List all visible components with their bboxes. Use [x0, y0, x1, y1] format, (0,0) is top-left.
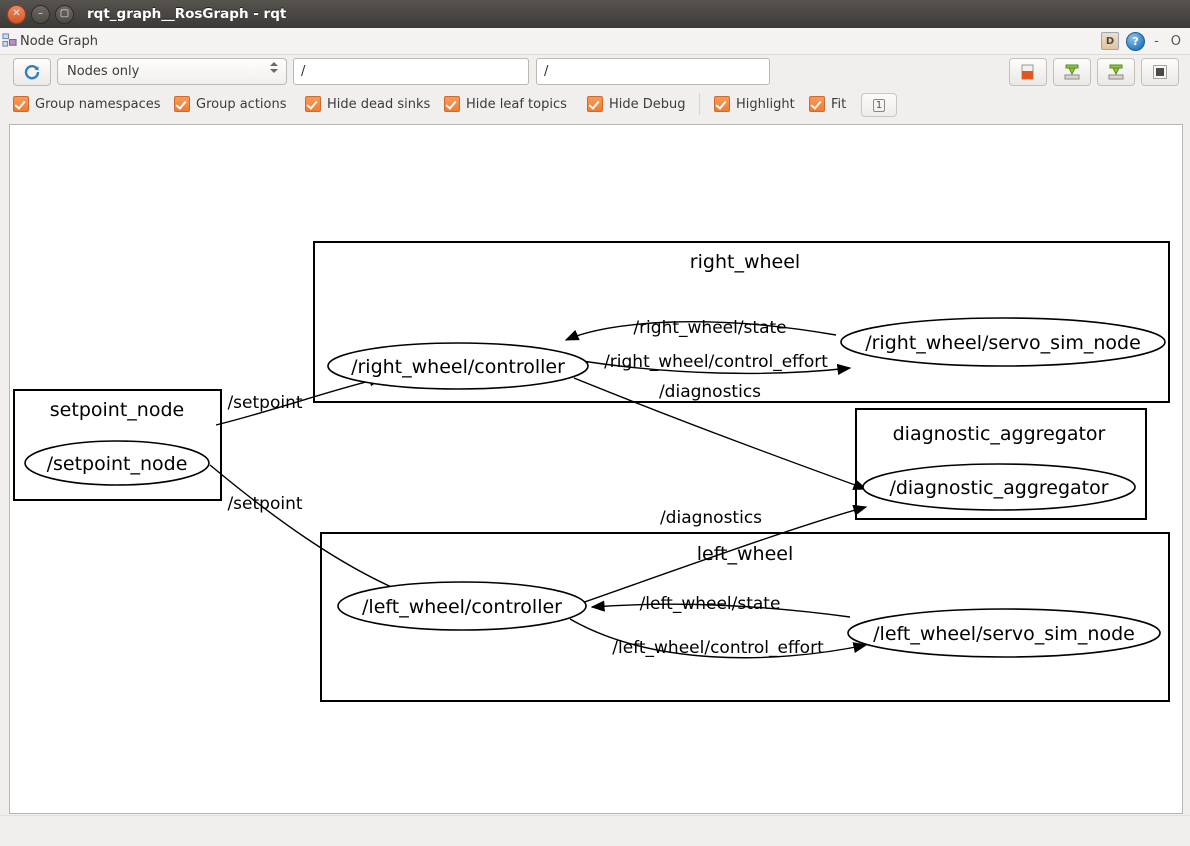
checkbox-icon [174, 96, 190, 112]
group-label-setpoint-node: setpoint_node [50, 399, 184, 421]
checkbox-hide-debug[interactable]: Hide Debug [587, 92, 686, 116]
topic-filter-value: / [544, 64, 548, 79]
namespace-filter-input[interactable]: / [293, 58, 529, 85]
zoom-reset-button[interactable]: 1 [861, 93, 897, 117]
save-dot-button[interactable] [1053, 58, 1091, 86]
node-graph-svg: right_wheel setpoint_node diagnostic_agg… [10, 125, 1182, 813]
edge-label-left-wheel-state: /left_wheel/state [640, 594, 781, 614]
checkbox-label: Hide Debug [609, 97, 686, 112]
graph-canvas[interactable]: right_wheel setpoint_node diagnostic_agg… [9, 124, 1183, 814]
close-icon[interactable]: ✕ [7, 5, 26, 24]
group-label-right-wheel: right_wheel [690, 251, 800, 273]
window-title: rqt_graph__RosGraph - rqt [87, 6, 286, 22]
namespace-filter-value: / [301, 64, 305, 79]
edge-label-diagnostics-left: /diagnostics [660, 508, 762, 528]
load-dot-button[interactable] [1009, 58, 1047, 86]
node-label-right-wheel-controller: /right_wheel/controller [351, 356, 565, 378]
toolbar-divider [699, 93, 700, 115]
checkbox-icon [444, 96, 460, 112]
topic-filter-input[interactable]: / [536, 58, 770, 85]
checkbox-hide-dead-sinks[interactable]: Hide dead sinks [305, 92, 430, 116]
options-row: Group namespaces Group actions Hide dead… [0, 92, 1190, 117]
minimize-icon[interactable]: – [31, 5, 50, 24]
edge-label-setpoint-top: /setpoint [227, 393, 302, 413]
save-image-icon [1107, 63, 1125, 81]
node-graph-icon [2, 33, 17, 48]
close-glyph: ✕ [8, 6, 25, 23]
edge-label-left-wheel-control-effort: /left_wheel/control_effort [612, 638, 824, 658]
checkbox-group-actions[interactable]: Group actions [174, 92, 287, 116]
save-image-button[interactable] [1097, 58, 1135, 86]
node-label-left-wheel-servo: /left_wheel/servo_sim_node [873, 623, 1135, 645]
graph-type-select[interactable]: Nodes only [57, 58, 287, 85]
node-label-right-wheel-servo: /right_wheel/servo_sim_node [865, 332, 1141, 354]
checkbox-highlight[interactable]: Highlight [714, 92, 795, 116]
window-controls: ✕ – ▢ [7, 5, 74, 24]
dock-float-button[interactable]: D [1101, 32, 1119, 50]
edge-label-right-wheel-control-effort: /right_wheel/control_effort [604, 352, 828, 372]
checkbox-label: Group actions [196, 97, 287, 112]
checkbox-label: Group namespaces [35, 97, 161, 112]
dock-title: Node Graph [20, 34, 98, 49]
maximize-glyph: ▢ [56, 6, 73, 23]
dock-controls: D ? - O [1101, 28, 1184, 54]
checkbox-label: Fit [831, 97, 846, 112]
refresh-button[interactable] [13, 58, 51, 86]
rqt-main-window: ✕ – ▢ rqt_graph__RosGraph - rqt Node Gra… [0, 0, 1190, 845]
graph-type-value: Nodes only [67, 64, 139, 79]
node-label-setpoint-node: /setpoint_node [47, 453, 188, 475]
checkbox-icon [13, 96, 29, 112]
checkbox-hide-leaf-topics[interactable]: Hide leaf topics [444, 92, 567, 116]
edge-label-right-wheel-state: /right_wheel/state [633, 318, 786, 338]
dock-minimize-button[interactable]: - [1152, 34, 1161, 49]
stop-button[interactable] [1141, 58, 1179, 86]
checkbox-icon [809, 96, 825, 112]
spinner-arrows-icon [270, 62, 278, 73]
checkbox-fit[interactable]: Fit [809, 92, 846, 116]
node-label-left-wheel-controller: /left_wheel/controller [362, 596, 562, 618]
node-label-diagnostic-aggregator: /diagnostic_aggregator [889, 477, 1108, 499]
open-folder-icon [1019, 63, 1037, 81]
help-icon[interactable]: ? [1126, 32, 1145, 51]
edge-setpoint-left [210, 465, 410, 595]
dock-widget-header: Node Graph D ? - O [0, 28, 1190, 55]
checkbox-label: Hide dead sinks [327, 97, 430, 112]
checkbox-group-namespaces[interactable]: Group namespaces [13, 92, 161, 116]
checkbox-icon [714, 96, 730, 112]
window-titlebar: ✕ – ▢ rqt_graph__RosGraph - rqt [0, 0, 1190, 29]
save-dot-icon [1063, 63, 1081, 81]
edge-label-setpoint-bottom: /setpoint [227, 494, 302, 514]
dock-close-button[interactable]: O [1168, 34, 1184, 49]
checkbox-label: Hide leaf topics [466, 97, 567, 112]
checkbox-label: Highlight [736, 97, 795, 112]
stop-square-icon [1151, 63, 1169, 81]
group-label-left-wheel: left_wheel [697, 543, 794, 565]
status-bar [0, 815, 1190, 846]
edge-label-diagnostics-right: /diagnostics [659, 382, 761, 402]
refresh-icon [23, 63, 41, 81]
minimize-glyph: – [32, 6, 49, 23]
zoom-reset-label: 1 [873, 99, 885, 112]
checkbox-icon [305, 96, 321, 112]
checkbox-icon [587, 96, 603, 112]
maximize-icon[interactable]: ▢ [55, 5, 74, 24]
group-label-diagnostic-aggregator: diagnostic_aggregator [893, 423, 1106, 445]
